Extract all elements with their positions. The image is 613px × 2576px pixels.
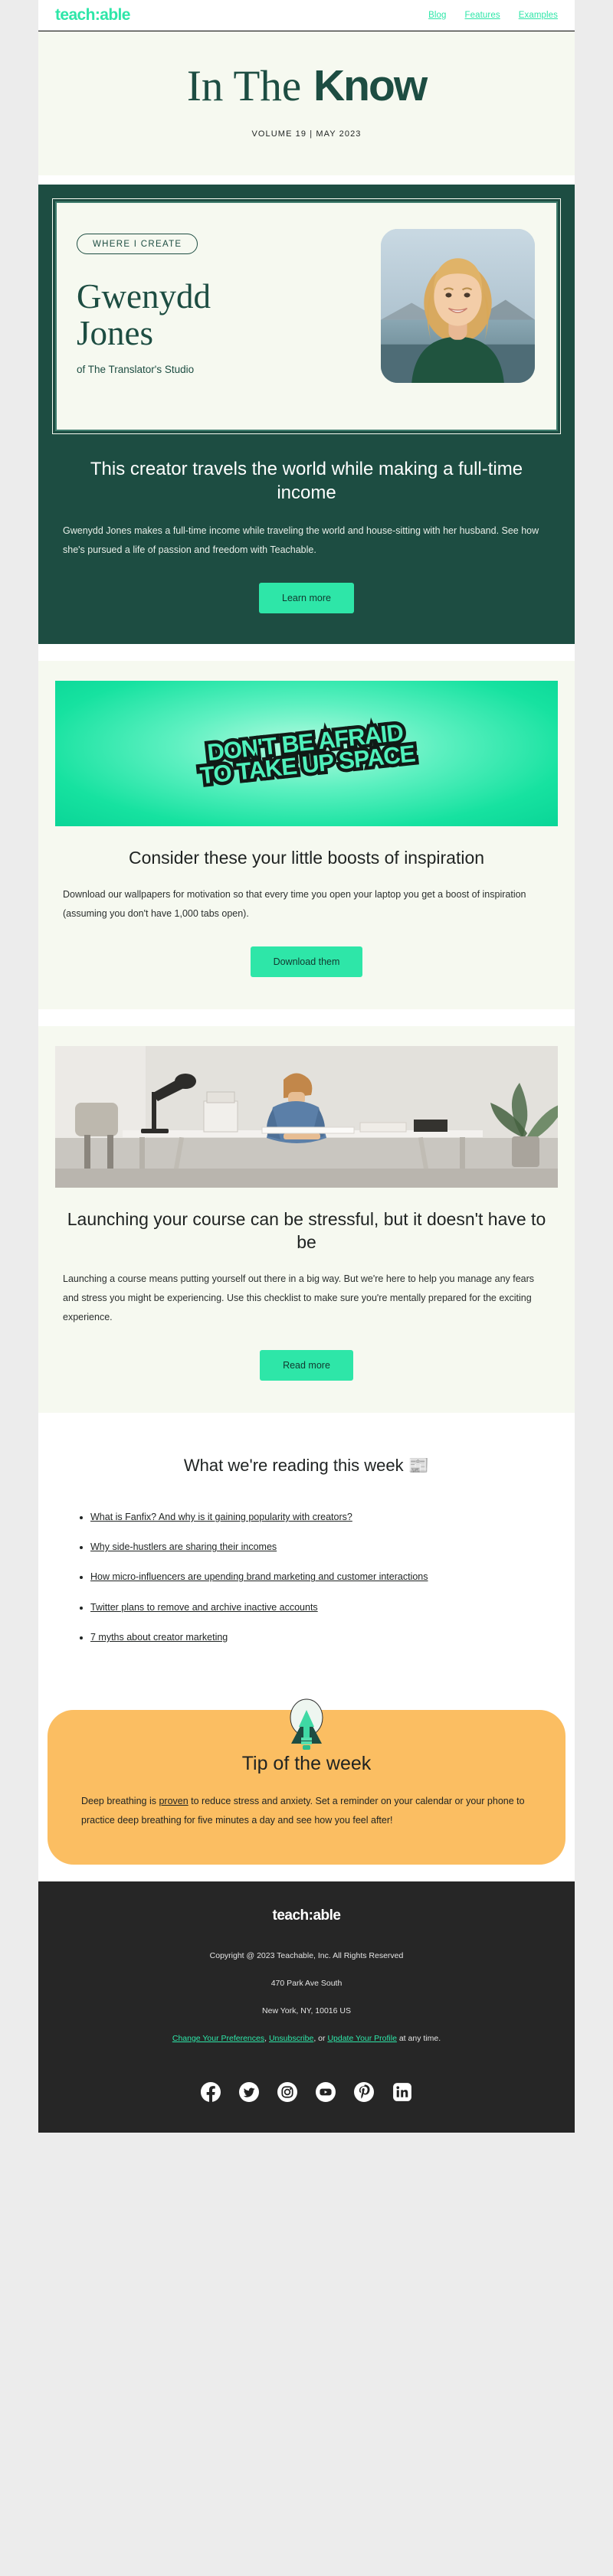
reading-link-2[interactable]: Why side-hustlers are sharing their inco… [90,1541,277,1552]
lightbulb-icon [290,1698,323,1751]
linkedin-icon[interactable] [392,2082,412,2102]
reading-link-4[interactable]: Twitter plans to remove and archive inac… [90,1602,318,1613]
footer-address-line2: New York, NY, 10016 US [262,2006,351,2015]
nav-link-blog[interactable]: Blog [428,11,446,20]
download-them-button[interactable]: Download them [250,946,363,977]
list-item: What is Fanfix? And why is it gaining po… [90,1509,558,1525]
footer-preference-links: Change Your Preferences, Unsubscribe, or… [55,2032,558,2047]
facebook-icon[interactable] [201,2081,221,2102]
nav-links: Blog Features Examples [428,11,558,20]
unsubscribe-link[interactable]: Unsubscribe [269,2034,313,2043]
tip-body-before: Deep breathing is [81,1796,159,1807]
wallpaper-section: DON'T BE AFRAID DON'T BE AFRAID TO TAKE … [38,661,575,1009]
list-item: How micro-influencers are upending brand… [90,1569,558,1585]
youtube-icon[interactable] [316,2081,336,2102]
spacer-white-2 [38,644,575,662]
email-page: teach:able Blog Features Examples In The… [0,0,613,2133]
proven-link[interactable]: proven [159,1796,188,1806]
email-footer: teach:able Copyright @ 2023 Teachable, I… [38,1881,575,2133]
creator-name-line1: Gwenydd [77,276,211,315]
wallpaper-section-body: Download our wallpapers for motivation s… [63,888,526,919]
spacer-white-1 [38,175,575,185]
social-icon-row [55,2081,558,2102]
tip-of-the-week-section: Tip of the week Deep breathing is proven… [38,1690,575,1865]
footer-or: , or [313,2033,328,2043]
footer-tail: at any time. [396,2033,441,2043]
reading-list: What is Fanfix? And why is it gaining po… [55,1509,558,1646]
lightbulb-graphic-wrap [38,1696,575,1751]
pinterest-icon[interactable] [354,2081,374,2102]
learn-more-button[interactable]: Learn more [259,583,354,614]
portrait-illustration [381,228,535,383]
course-section-heading: Launching your course can be stressful, … [67,1208,546,1253]
course-launch-section: Launching your course can be stressful, … [38,1025,575,1413]
where-i-create-badge: WHERE I CREATE [77,233,198,254]
creator-name: Gwenydd Jones [77,276,379,352]
creator-card-text: WHERE I CREATE Gwenydd Jones of The Tran… [77,223,379,375]
tip-title: Tip of the week [241,1753,372,1775]
read-more-button[interactable]: Read more [260,1349,353,1381]
wallpaper-cta-wrap: Download them [55,946,558,977]
creator-name-line2: Jones [77,313,153,352]
list-item: Twitter plans to remove and archive inac… [90,1600,558,1616]
creator-cta-wrap: Learn more [55,583,558,614]
list-item: Why side-hustlers are sharing their inco… [90,1539,558,1555]
creator-portrait-photo [379,227,536,384]
creator-section-body: Gwenydd Jones makes a full-time income w… [63,525,539,556]
twitter-icon[interactable] [239,2081,259,2102]
tip-body: Deep breathing is proven to reduce stres… [81,1792,532,1829]
title-sans-part: Know [313,61,428,110]
masthead: In The Know VOLUME 19 | MAY 2023 [38,31,575,175]
wallpaper-hero-image: DON'T BE AFRAID DON'T BE AFRAID TO TAKE … [55,681,558,827]
footer-address-line1: 470 Park Ave South [270,1978,343,1988]
reading-link-3[interactable]: How micro-influencers are upending brand… [90,1571,428,1582]
volume-date-line: VOLUME 19 | MAY 2023 [251,129,362,139]
nav-link-features[interactable]: Features [465,11,500,20]
desk-workspace-photo [55,1045,558,1188]
course-section-body: Launching a course means putting yoursel… [63,1273,535,1322]
creator-role: of The Translator's Studio [77,364,195,376]
reading-link-1[interactable]: What is Fanfix? And why is it gaining po… [90,1512,352,1522]
nav-link-examples[interactable]: Examples [519,11,558,20]
instagram-icon[interactable] [277,2081,297,2102]
footer-copyright: Copyright @ 2023 Teachable, Inc. All Rig… [209,1950,404,1960]
reading-list-heading: What we're reading this week 📰 [183,1455,430,1475]
wallpaper-section-heading: Consider these your little boosts of ins… [128,848,485,868]
spacer-white-4 [38,1864,575,1881]
creator-feature-section: WHERE I CREATE Gwenydd Jones of The Tran… [38,184,575,645]
title-serif-part: In The [186,62,302,110]
creator-section-heading: This creator travels the world while mak… [90,458,523,504]
reading-list-section: What we're reading this week 📰 What is F… [38,1412,575,1691]
newsletter-title: In The Know [54,61,559,110]
list-item: 7 myths about creator marketing [90,1630,558,1646]
creator-card: WHERE I CREATE Gwenydd Jones of The Tran… [52,198,561,434]
wallpaper-art-text: DON'T BE AFRAID DON'T BE AFRAID TO TAKE … [195,715,420,793]
footer-teachable-logo: teach:able [272,1907,341,1924]
teachable-logo[interactable]: teach:able [55,6,130,25]
spacer-white-3 [38,1008,575,1026]
workspace-illustration [55,1045,558,1188]
course-cta-wrap: Read more [55,1349,558,1381]
top-navigation-bar: teach:able Blog Features Examples [38,0,575,31]
reading-link-5[interactable]: 7 myths about creator marketing [90,1632,228,1643]
change-preferences-link[interactable]: Change Your Preferences [172,2034,264,2043]
update-profile-link[interactable]: Update Your Profile [327,2034,396,2043]
